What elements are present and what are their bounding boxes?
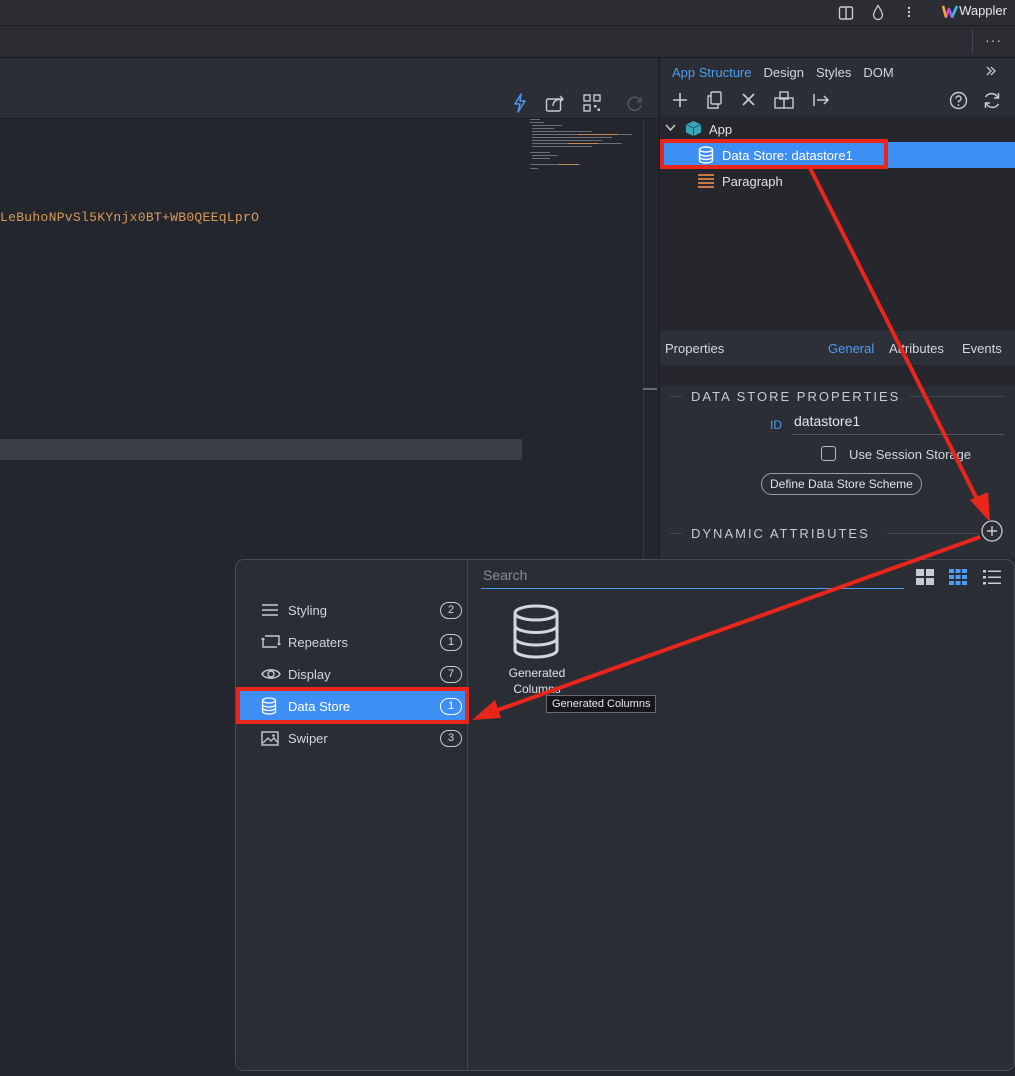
category-count-badge: 1 (440, 633, 462, 651)
refresh-icon[interactable] (982, 91, 1002, 110)
category-count-badge: 7 (440, 665, 462, 683)
overflow-menu-icon[interactable]: ··· (985, 32, 1002, 48)
dynamic-attribute-picker: Styling 2 Repeaters 1 Display 7 Data Sto… (235, 559, 1015, 1071)
tab-app-structure[interactable]: App Structure (666, 65, 758, 80)
category-label: Display (288, 666, 331, 682)
id-input-value: datastore1 (794, 413, 861, 429)
tab-general[interactable]: General (828, 341, 874, 356)
category-label: Repeaters (288, 634, 348, 650)
repeat-icon (261, 634, 281, 650)
divider (670, 396, 682, 397)
divider (910, 396, 1004, 397)
tab-attributes[interactable]: Attributes (889, 341, 944, 356)
code-editor[interactable] (0, 119, 658, 559)
image-icon (261, 730, 279, 746)
section-title: DATA STORE PROPERTIES (691, 389, 901, 404)
lightning-icon[interactable] (513, 93, 527, 113)
secondary-bar: ··· (0, 26, 1015, 58)
tab-styles[interactable]: Styles (810, 65, 857, 80)
qr-code-icon[interactable] (583, 94, 601, 112)
collapse-panel-icon[interactable] (985, 65, 997, 77)
divider (972, 30, 973, 54)
paragraph-icon (698, 174, 714, 188)
session-storage-label: Use Session Storage (849, 447, 972, 462)
id-input[interactable]: datastore1 (792, 413, 1004, 435)
properties-header: Properties General Attributes Events (660, 331, 1015, 365)
database-icon (512, 604, 560, 660)
category-repeaters[interactable]: Repeaters 1 (236, 626, 468, 658)
large-grid-view-icon[interactable] (916, 569, 934, 585)
tab-dom[interactable]: DOM (857, 65, 899, 80)
theme-drop-icon[interactable] (871, 4, 885, 21)
delete-icon[interactable] (742, 93, 755, 106)
code-line: LeBuhoNPvSl5KYnjx0BT+WB0QEEqLprO (0, 210, 260, 225)
brand-name: Wappler (959, 3, 1007, 18)
section-title: DYNAMIC ATTRIBUTES (691, 526, 870, 541)
list-view-icon[interactable] (983, 569, 1001, 585)
help-icon[interactable] (949, 91, 968, 110)
id-label: ID (770, 418, 782, 432)
highlight-box-datastore (660, 139, 888, 169)
search-input[interactable]: Search (481, 567, 904, 589)
scroll-marker (643, 388, 657, 390)
category-swiper[interactable]: Swiper 3 (236, 722, 468, 754)
app-cube-icon (685, 120, 702, 137)
panel-tabs: App Structure Design Styles DOM (660, 58, 1015, 86)
item-label: Generated Columns (498, 665, 576, 697)
chevron-down-icon[interactable] (665, 124, 676, 132)
category-count-badge: 3 (440, 729, 462, 747)
brand: Wappler (942, 3, 1007, 18)
tree-item-label: App (709, 121, 733, 137)
small-grid-view-icon[interactable] (949, 569, 967, 585)
wrap-icon[interactable] (773, 91, 795, 109)
lines-icon (261, 603, 279, 617)
duplicate-icon[interactable] (706, 91, 723, 109)
properties-title: Properties (665, 340, 725, 356)
divider (670, 533, 682, 534)
session-storage-checkbox[interactable] (821, 446, 836, 461)
category-display[interactable]: Display 7 (236, 658, 468, 690)
divider (887, 533, 979, 534)
highlight-box-data-store-category (236, 687, 469, 724)
tree-item-paragraph[interactable]: Paragraph (660, 168, 1015, 194)
category-list: Styling 2 Repeaters 1 Display 7 Data Sto… (236, 560, 468, 1070)
refresh-disabled-icon (625, 94, 644, 113)
add-icon[interactable] (672, 92, 688, 108)
move-out-icon[interactable] (812, 92, 830, 108)
tab-events[interactable]: Events (962, 341, 1002, 356)
editor-toolbar (0, 58, 658, 119)
minimap-divider (643, 119, 644, 559)
active-line-highlight (0, 439, 522, 460)
tree-item-label: Paragraph (722, 173, 783, 189)
category-count-badge: 2 (440, 601, 462, 619)
eye-icon (261, 667, 281, 681)
add-dynamic-attribute-icon[interactable] (981, 520, 1003, 542)
item-label-line1: Generated (508, 666, 566, 680)
category-label: Swiper (288, 730, 328, 746)
tooltip: Generated Columns (546, 695, 657, 713)
app-structure-panel: App Structure Design Styles DOM App Data… (659, 58, 1015, 558)
split-view-icon[interactable] (838, 5, 854, 21)
title-bar: Wappler (0, 0, 1015, 26)
define-data-store-scheme-button[interactable]: Define Data Store Scheme (761, 473, 922, 495)
tab-design[interactable]: Design (758, 65, 810, 80)
minimap[interactable] (528, 119, 643, 179)
category-label: Styling (288, 602, 328, 618)
wappler-logo-icon (942, 4, 959, 18)
share-icon[interactable] (545, 93, 567, 113)
search-placeholder: Search (483, 567, 528, 583)
category-styling[interactable]: Styling 2 (236, 594, 468, 626)
more-vertical-icon[interactable] (906, 4, 912, 20)
